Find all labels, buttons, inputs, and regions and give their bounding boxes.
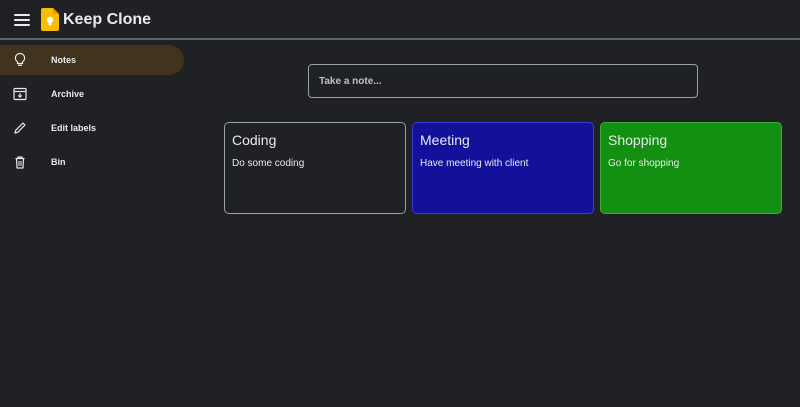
note-title: Shopping	[608, 132, 668, 148]
sidebar-item-label: Notes	[51, 55, 77, 65]
sidebar-item-bin[interactable]: Bin	[0, 147, 190, 177]
top-bar: Keep Clone	[0, 0, 800, 40]
app-title: Keep Clone	[63, 11, 152, 28]
note-card-coding[interactable]: Coding Do some coding	[224, 122, 406, 214]
archive-icon	[13, 87, 27, 101]
note-card-shopping[interactable]: Shopping Go for shopping	[600, 122, 782, 214]
sidebar-item-notes[interactable]: Notes	[0, 45, 184, 75]
sidebar-item-label: Archive	[51, 89, 85, 99]
sidebar-item-label: Edit labels	[51, 123, 97, 133]
notes-grid: Coding Do some coding Meeting Have meeti…	[224, 122, 784, 214]
note-body: Go for shopping	[608, 158, 680, 169]
sidebar-item-label: Bin	[51, 157, 66, 167]
hamburger-menu-icon[interactable]	[12, 10, 32, 30]
note-body: Do some coding	[232, 158, 305, 169]
note-card-meeting[interactable]: Meeting Have meeting with client	[412, 122, 594, 214]
take-note-input[interactable]	[308, 64, 698, 98]
sidebar-item-edit-labels[interactable]: Edit labels	[0, 113, 190, 143]
trash-icon	[15, 156, 25, 169]
keep-bulb-icon	[41, 8, 59, 31]
sidebar: Notes Archive Edit labels Bin	[0, 42, 190, 181]
pencil-icon	[14, 122, 26, 134]
lightbulb-icon	[14, 52, 26, 66]
note-body: Have meeting with client	[420, 158, 529, 169]
sidebar-item-archive[interactable]: Archive	[0, 79, 190, 109]
note-title: Coding	[232, 132, 277, 148]
note-title: Meeting	[420, 132, 470, 148]
